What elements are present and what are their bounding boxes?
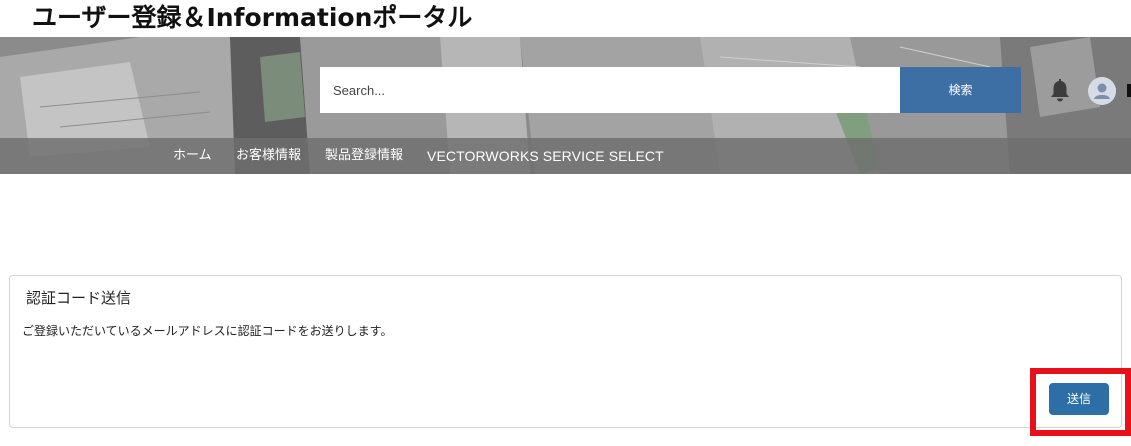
page-title: ユーザー登録＆Informationポータル bbox=[32, 3, 473, 32]
user-menu-edge[interactable] bbox=[1127, 84, 1131, 97]
user-avatar-icon[interactable] bbox=[1088, 77, 1116, 105]
send-button[interactable]: 送信 bbox=[1049, 383, 1109, 415]
nav-item-product-registration[interactable]: 製品登録情報 bbox=[325, 138, 403, 174]
card-message: ご登録いただいているメールアドレスに認証コードをお送りします。 bbox=[22, 324, 393, 338]
header-banner: 検索 ホーム お客様情報 製品登録情報 VECTORWORKS SERVICE … bbox=[0, 37, 1131, 174]
nav-item-service-select[interactable]: VECTORWORKS SERVICE SELECT bbox=[427, 138, 664, 174]
bell-icon[interactable] bbox=[1048, 78, 1072, 104]
nav-item-customer-info[interactable]: お客様情報 bbox=[236, 138, 301, 174]
search-input[interactable] bbox=[320, 67, 900, 113]
main-navigation: ホーム お客様情報 製品登録情報 VECTORWORKS SERVICE SEL… bbox=[0, 138, 1131, 174]
verification-code-card: 認証コード送信 ご登録いただいているメールアドレスに認証コードをお送りします。 bbox=[9, 275, 1122, 428]
card-title: 認証コード送信 bbox=[26, 289, 132, 307]
nav-item-home[interactable]: ホーム bbox=[173, 138, 212, 174]
search-button[interactable]: 検索 bbox=[900, 67, 1021, 113]
